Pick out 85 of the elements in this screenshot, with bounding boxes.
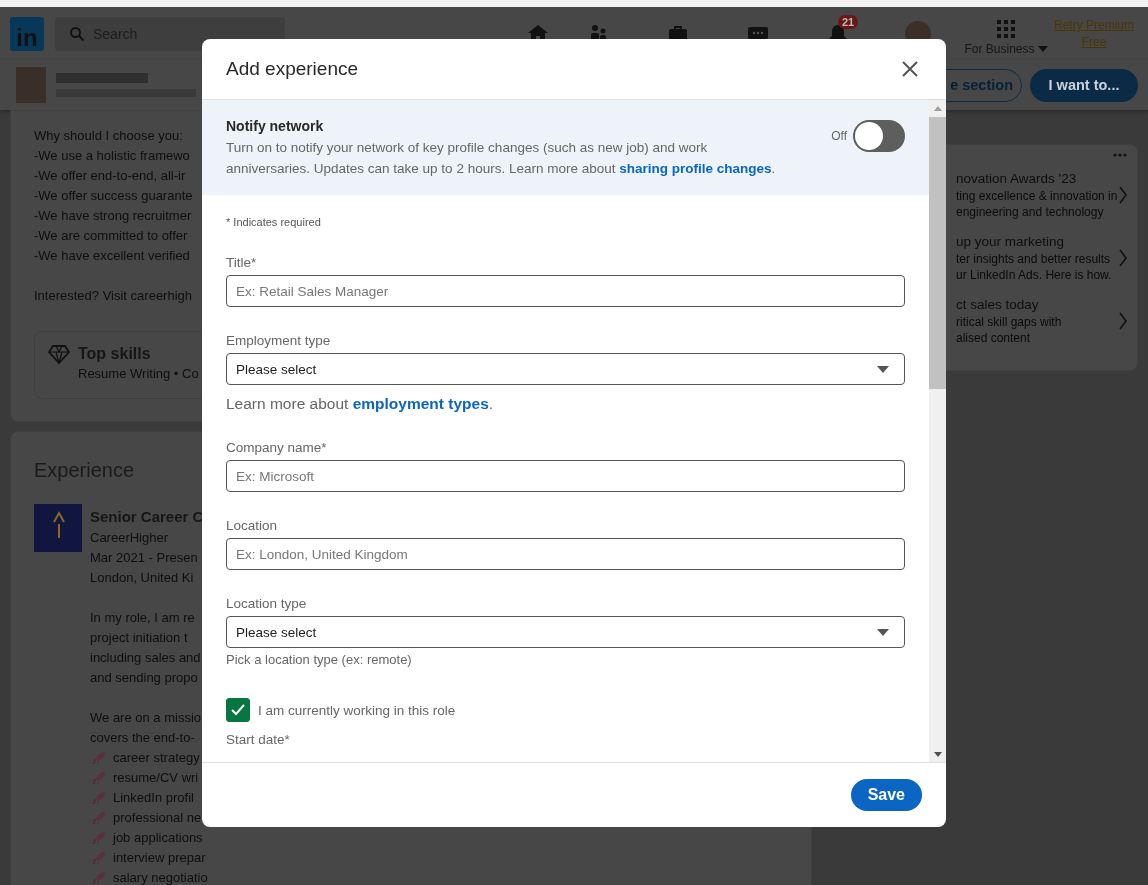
promo-text: ter insights and better results [956,251,1112,267]
more-icon [1113,153,1127,157]
rocket-icon [92,751,106,765]
required-note: * Indicates required [226,215,322,229]
list-item-text: salary negotiatio [113,869,208,885]
select-dropdown[interactable]: Please select [226,353,905,385]
field-label: Start date* [226,731,291,749]
grid-icon [996,19,1016,39]
checkbox[interactable] [226,698,250,722]
premium-link[interactable]: Free [1081,35,1107,49]
scroll-down-icon [933,752,942,757]
description-text: including sales and [90,649,201,667]
promo-text: alised content [956,330,1032,346]
field-label: Employment type [226,332,332,350]
logo[interactable]: in [10,16,44,51]
scrollbar-thumb[interactable] [929,117,946,389]
premium-link[interactable]: Retry Premium [1054,18,1134,32]
about-text: -We offer success guarante [34,187,193,205]
description-text: and sending propo [90,669,198,687]
search-icon [69,25,85,42]
chevron-right-icon [1119,311,1127,330]
promo-text: ur LinkedIn Ads. Here is how. [956,267,1112,283]
list-item-text: LinkedIn profil [113,789,194,807]
hint-text: Pick a location type (ex: remote) [226,651,413,668]
field-label: Company name* [226,439,328,457]
notify-title: Notify network [226,117,325,136]
about-text: -We have strong recruitmer [34,207,192,225]
scroll-up-icon [933,106,942,111]
list-item-text: resume/CV wri [113,769,199,787]
notification-badge: 21 [838,14,859,29]
list-item-text: job applications [113,829,203,847]
dialog-title: Add experience [226,58,359,80]
list-item-text: career strategy [113,749,200,767]
close-icon [902,61,918,77]
save-button[interactable]: Save [850,779,922,811]
notify-description: Turn on to notify your network of key profile changes (such as new job) and work anniversaries. Updates can take up to 2 hours. Learn more about sharing profile changes. [226,139,777,178]
about-text: Interested? Visit careerhigh [34,287,193,305]
rocket-icon [92,871,106,885]
promo-text: engineering and technology [956,204,1105,220]
dropdown-arrow-icon [877,628,889,636]
chevron-right-icon [1119,185,1127,204]
input-field[interactable]: Ex: London, United Kingdom [226,538,905,570]
notify-toggle[interactable] [853,120,905,152]
field-label: Location [226,517,279,535]
employment-types-link[interactable]: employment types [352,395,489,412]
promo-title[interactable]: up your marketing [956,232,1112,251]
company-logo-icon [34,504,82,552]
promo-title[interactable]: novation Awards '23 [956,169,1118,188]
about-text: -We are committed to offer [34,227,188,245]
about-text: -We have excellent verified [34,247,190,265]
caret-icon [1037,46,1048,52]
promo-text: ritical skill gaps with [956,314,1062,330]
rocket-icon [92,771,106,785]
select-dropdown[interactable]: Please select [226,616,905,648]
list-item-text: professional ne [113,809,202,827]
company-name: CareerHigher [90,529,169,547]
input-field[interactable]: Ex: Microsoft [226,460,905,492]
checkbox-label: I am currently working in this role [258,702,456,718]
field-label: Location type [226,595,308,613]
about-text: -We offer end-to-end, all-ir [34,167,186,185]
scrollbar[interactable] [929,100,946,762]
job-dates: Mar 2021 - Presen [90,549,198,567]
rocket-icon [92,851,106,865]
rocket-icon [92,791,106,805]
skills-text: Resume Writing • Co [78,365,199,383]
input-field[interactable]: Ex: Retail Sales Manager [226,275,905,307]
dropdown-arrow-icon [877,365,889,373]
toggle-label: Off [831,129,847,143]
rocket-icon [92,811,106,825]
checkmark-icon [231,704,245,716]
description-text: covers the end-to- [90,729,195,747]
job-location: London, United Ki [90,569,194,587]
description-text: We are on a missio [90,709,202,727]
about-text: -We use a holistic framewo [34,147,190,165]
help-text: Learn more about employment types. [226,394,495,414]
field-label: Title* [226,254,258,272]
rocket-icon [92,831,106,845]
avatar [16,67,46,103]
list-item-text: interview prepar [113,849,206,867]
promo-title[interactable]: ct sales today [956,295,1062,314]
profile-action-button[interactable]: I want to... [1030,68,1138,102]
description-text: project initiation t [90,629,188,647]
diamond-icon [48,344,70,364]
chevron-right-icon [1119,248,1127,267]
sharing-link[interactable]: sharing profile changes [619,161,772,176]
